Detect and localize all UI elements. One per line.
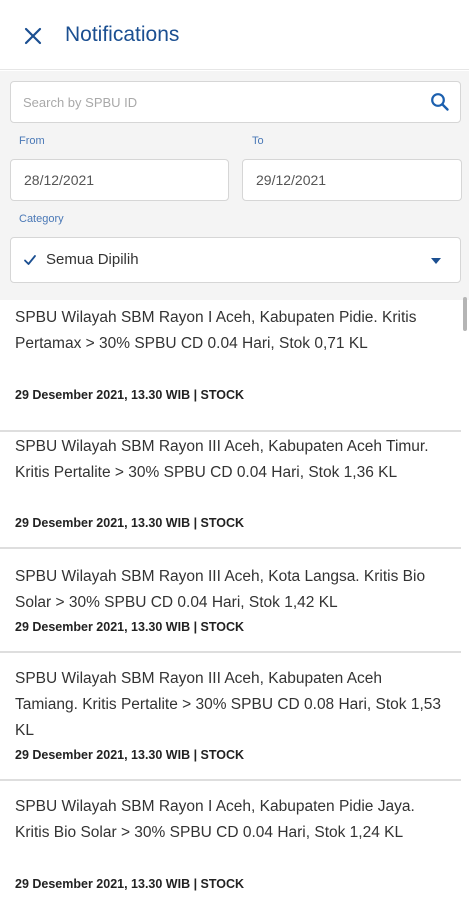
- close-button[interactable]: [20, 23, 46, 49]
- search-input[interactable]: [23, 82, 423, 122]
- notification-text: SPBU Wilayah SBM Rayon III Aceh, Kota La…: [15, 568, 426, 611]
- notification-text: SPBU Wilayah SBM Rayon III Aceh, Kabupat…: [15, 670, 442, 739]
- notification-text: SPBU Wilayah SBM Rayon I Aceh, Kabupaten…: [15, 309, 417, 352]
- list-item[interactable]: SPBU Wilayah SBM Rayon I Aceh, Kabupaten…: [0, 781, 461, 900]
- app-header: Notifications: [0, 0, 469, 70]
- notification-meta: 29 Desember 2021, 13.30 WIB | STOCK: [15, 620, 245, 634]
- search-icon[interactable]: [430, 92, 450, 112]
- chevron-down-icon[interactable]: [430, 257, 442, 265]
- notification-text: SPBU Wilayah SBM Rayon III Aceh, Kabupat…: [15, 438, 429, 481]
- to-label: To: [252, 135, 264, 147]
- category-value: Semua Dipilih: [46, 251, 139, 268]
- list-item[interactable]: SPBU Wilayah SBM Rayon I Aceh, Kabupaten…: [0, 300, 461, 432]
- notification-meta: 29 Desember 2021, 13.30 WIB | STOCK: [15, 748, 245, 762]
- list-item[interactable]: SPBU Wilayah SBM Rayon III Aceh, Kabupat…: [0, 432, 461, 549]
- notification-meta: 29 Desember 2021, 13.30 WIB | STOCK: [15, 877, 245, 891]
- page-title: Notifications: [65, 23, 180, 46]
- list-item[interactable]: SPBU Wilayah SBM Rayon III Aceh, Kota La…: [0, 549, 461, 653]
- from-date-field[interactable]: 28/12/2021: [10, 159, 229, 201]
- filter-panel: From To 28/12/2021 29/12/2021 Category S…: [0, 71, 469, 300]
- category-label: Category: [19, 213, 64, 225]
- notification-text: SPBU Wilayah SBM Rayon I Aceh, Kabupaten…: [15, 798, 415, 841]
- notification-meta: 29 Desember 2021, 13.30 WIB | STOCK: [15, 388, 245, 402]
- scrollbar[interactable]: [463, 297, 467, 331]
- list-item[interactable]: SPBU Wilayah SBM Rayon III Aceh, Kabupat…: [0, 653, 461, 781]
- from-label: From: [19, 135, 45, 147]
- category-select[interactable]: Semua Dipilih: [10, 237, 461, 283]
- to-date-field[interactable]: 29/12/2021: [242, 159, 462, 201]
- notification-meta: 29 Desember 2021, 13.30 WIB | STOCK: [15, 516, 245, 530]
- notification-list: SPBU Wilayah SBM Rayon I Aceh, Kabupaten…: [0, 300, 469, 900]
- search-box: [10, 81, 461, 123]
- close-icon: [24, 27, 42, 45]
- check-icon: [24, 255, 36, 265]
